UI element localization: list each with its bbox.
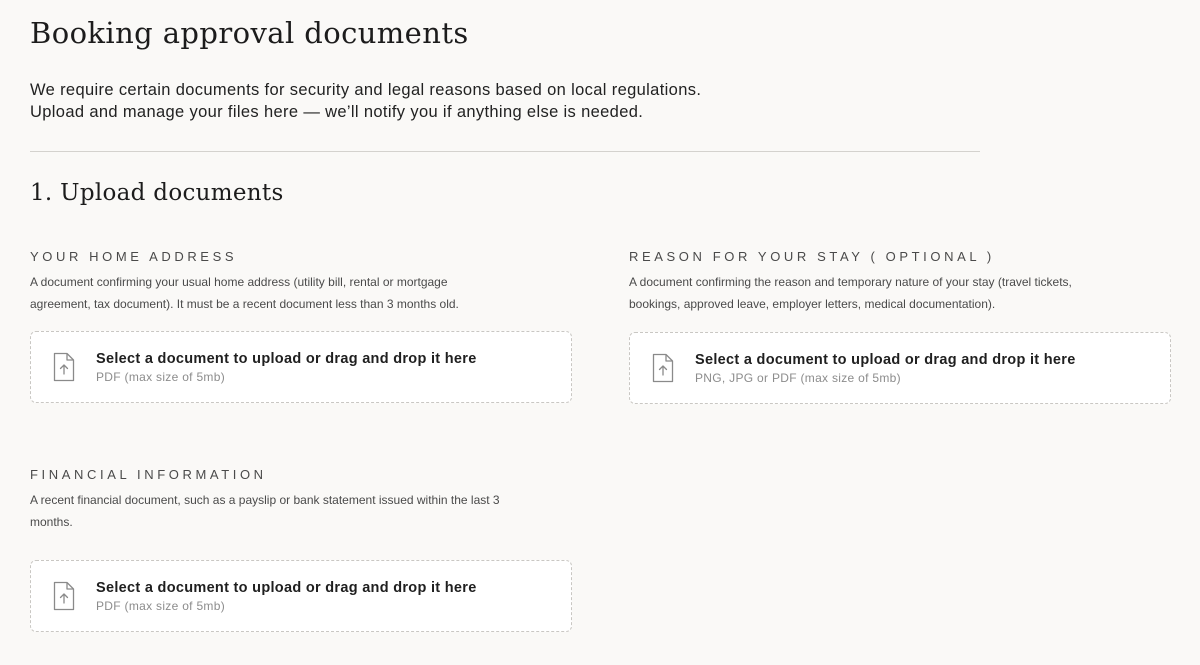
page-title: Booking approval documents (30, 16, 469, 50)
reason-for-stay-block: REASON FOR YOUR STAY ( OPTIONAL ) A docu… (629, 248, 1171, 404)
intro-line: Upload and manage your files here — we’l… (30, 103, 644, 121)
file-upload-icon (651, 353, 675, 383)
upload-prompt: Select a document to upload or drag and … (96, 351, 477, 367)
reason-for-stay-dropzone[interactable]: Select a document to upload or drag and … (629, 332, 1171, 404)
file-upload-icon (52, 581, 76, 611)
doc-label: REASON FOR YOUR STAY ( OPTIONAL ) (629, 249, 995, 264)
upload-prompt: Select a document to upload or drag and … (96, 580, 477, 596)
financial-information-dropzone[interactable]: Select a document to upload or drag and … (30, 560, 572, 632)
doc-description: A document confirming the reason and tem… (629, 275, 1072, 311)
financial-information-block: FINANCIAL INFORMATION A recent financial… (30, 466, 572, 632)
intro-line: We require certain documents for securit… (30, 81, 702, 99)
doc-label: YOUR HOME ADDRESS (30, 249, 238, 264)
section-divider (30, 151, 980, 152)
section-title: 1. Upload documents (30, 180, 284, 206)
upload-hint: PNG, JPG or PDF (max size of 5mb) (695, 371, 901, 385)
home-address-block: YOUR HOME ADDRESS A document confirming … (30, 248, 572, 403)
doc-label: FINANCIAL INFORMATION (30, 467, 267, 482)
upload-hint: PDF (max size of 5mb) (96, 370, 225, 384)
home-address-dropzone[interactable]: Select a document to upload or drag and … (30, 331, 572, 403)
doc-description: A recent financial document, such as a p… (30, 493, 500, 529)
upload-prompt: Select a document to upload or drag and … (695, 352, 1076, 368)
file-upload-icon (52, 352, 76, 382)
upload-hint: PDF (max size of 5mb) (96, 599, 225, 613)
doc-description: A document confirming your usual home ad… (30, 275, 459, 311)
intro-text: We require certain documents for securit… (30, 79, 970, 123)
